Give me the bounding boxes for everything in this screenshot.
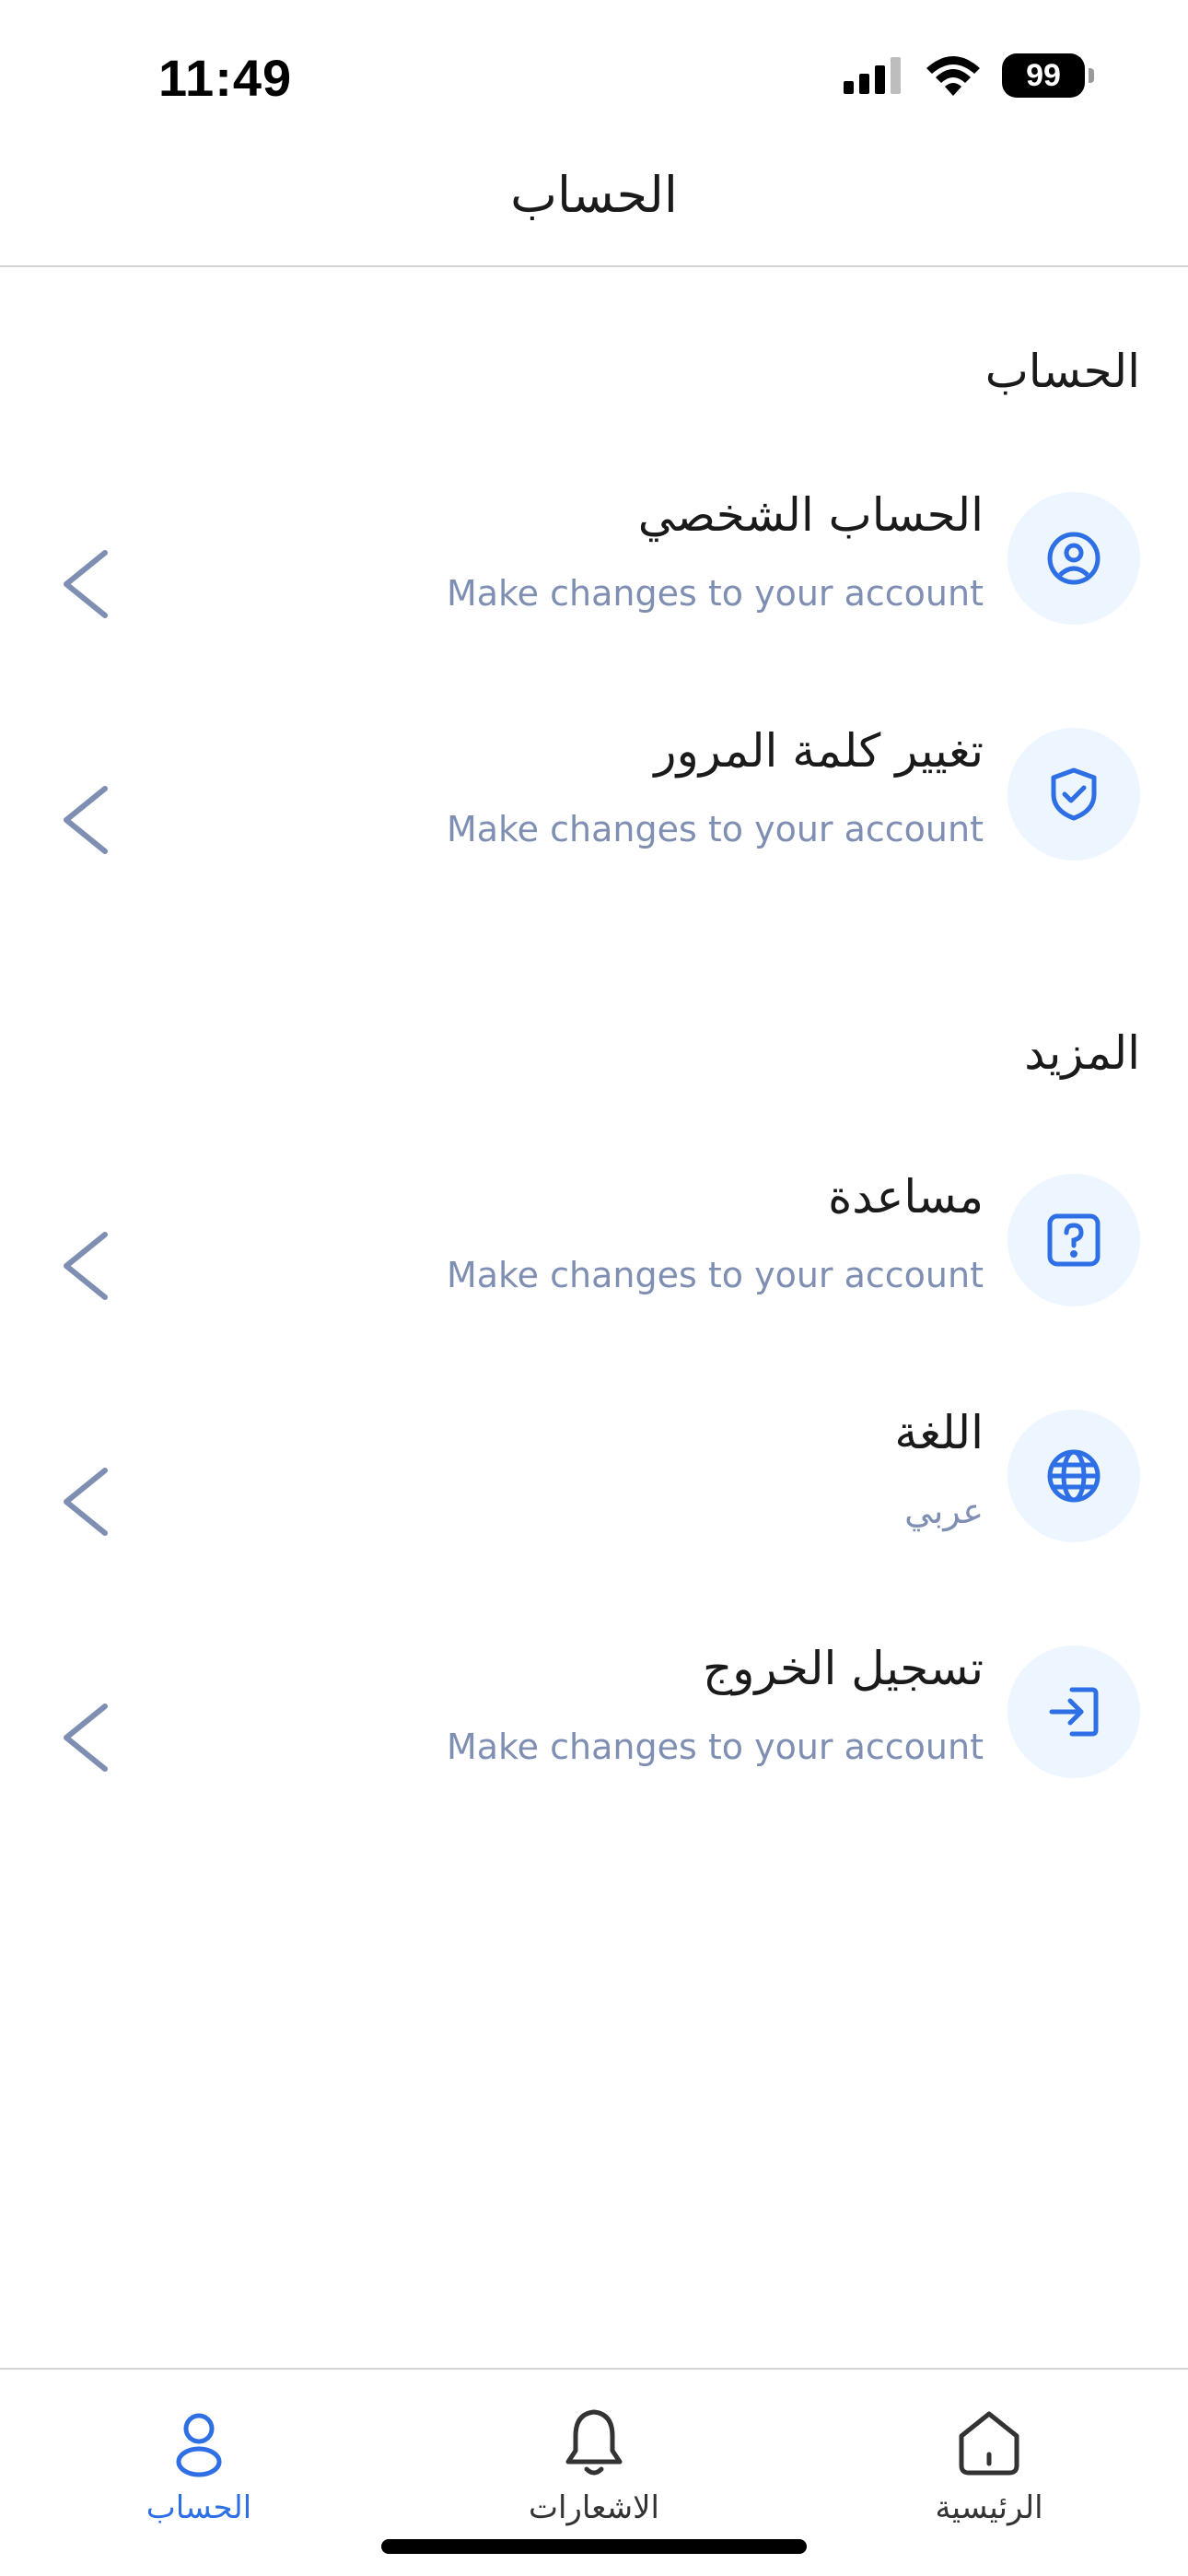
home-icon [959, 2411, 1019, 2476]
battery-tip [1089, 68, 1094, 83]
icon-badge [1007, 1645, 1140, 1778]
cellular-signal-icon [844, 57, 901, 94]
menu-item-language[interactable]: اللغة عربي [0, 1400, 1188, 1557]
menu-item-subtitle: Make changes to your account [446, 1727, 984, 1767]
section-heading-account: الحساب [984, 345, 1140, 398]
tab-label: الحساب [146, 2489, 252, 2526]
battery-level: 99 [1026, 57, 1061, 93]
menu-item-logout[interactable]: تسجيل الخروج Make changes to your accoun… [0, 1636, 1188, 1793]
menu-item-subtitle: Make changes to your account [446, 1255, 984, 1295]
chevron-left-icon [64, 550, 108, 618]
icon-badge [1007, 1174, 1140, 1306]
menu-item-subtitle: Make changes to your account [446, 809, 984, 849]
tab-home[interactable]: الرئيسية [869, 2406, 1109, 2526]
current-language: عربي [904, 1491, 984, 1531]
menu-item-help[interactable]: مساعدة Make changes to your account [0, 1165, 1188, 1321]
help-square-icon [1047, 1213, 1101, 1267]
tabbar-divider [0, 2368, 1188, 2370]
icon-badge [1007, 1410, 1140, 1542]
bell-icon [565, 2409, 623, 2476]
menu-item-personal-account[interactable]: الحساب الشخصي Make changes to your accou… [0, 483, 1188, 639]
chevron-left-icon [64, 1232, 108, 1300]
chevron-left-icon [64, 786, 108, 854]
status-icons: 99 [844, 53, 1094, 98]
menu-item-title: اللغة [894, 1406, 984, 1459]
globe-icon [1047, 1449, 1101, 1503]
header-divider [0, 265, 1188, 267]
status-time: 11:49 [158, 49, 293, 107]
shield-check-icon [1051, 767, 1097, 821]
wifi-icon [926, 56, 980, 96]
chevron-left-icon [64, 1704, 108, 1772]
menu-item-title: تسجيل الخروج [702, 1642, 984, 1695]
logout-icon [1049, 1687, 1099, 1737]
tab-account[interactable]: الحساب [79, 2406, 319, 2526]
icon-badge [1007, 492, 1140, 625]
battery-indicator: 99 [1002, 53, 1094, 98]
section-heading-more: المزيد [1024, 1026, 1140, 1080]
icon-badge [1007, 728, 1140, 861]
page-title: الحساب [510, 166, 678, 224]
tab-label: الاشعارات [529, 2489, 659, 2526]
user-icon [176, 2413, 222, 2477]
tab-notifications[interactable]: الاشعارات [474, 2406, 714, 2526]
menu-item-title: مساعدة [828, 1170, 984, 1224]
menu-item-title: تغيير كلمة المرور [654, 724, 984, 778]
menu-item-subtitle: Make changes to your account [446, 573, 984, 614]
home-indicator [381, 2539, 807, 2554]
user-circle-icon [1047, 532, 1101, 585]
menu-item-change-password[interactable]: تغيير كلمة المرور Make changes to your a… [0, 719, 1188, 875]
menu-item-title: الحساب الشخصي [637, 488, 984, 542]
chevron-left-icon [64, 1468, 108, 1536]
status-bar: 11:49 99 [0, 0, 1188, 157]
tab-label: الرئيسية [935, 2489, 1043, 2526]
